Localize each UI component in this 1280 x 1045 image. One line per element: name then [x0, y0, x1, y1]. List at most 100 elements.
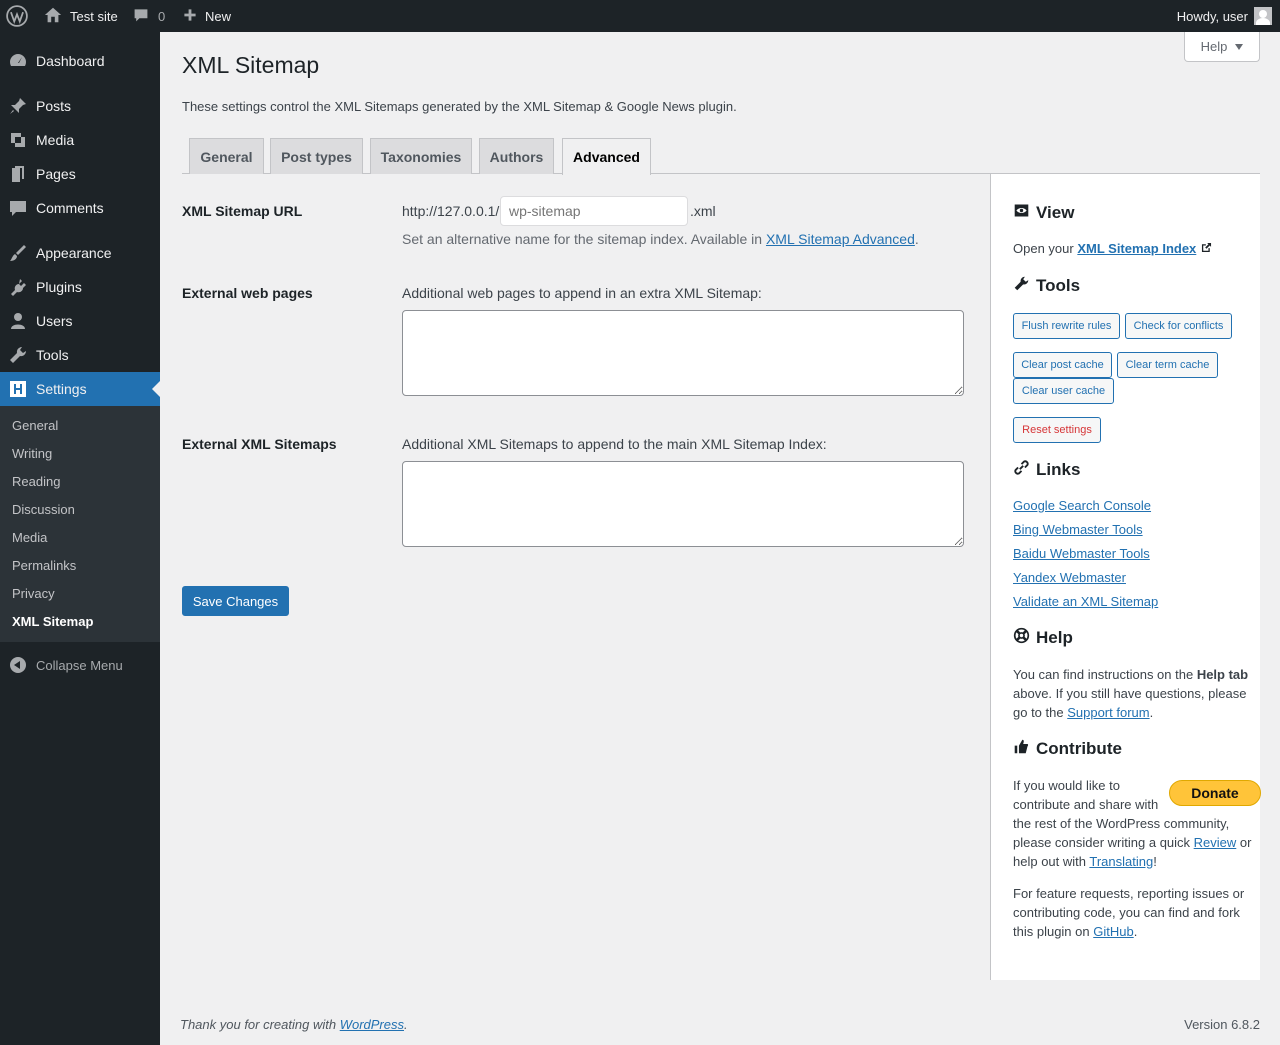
url-description: Set an alternative name for the sitemap …: [402, 231, 919, 247]
baidu-webmaster-tools-link[interactable]: Baidu Webmaster Tools: [1013, 546, 1150, 561]
save-changes-button[interactable]: Save Changes: [182, 586, 289, 616]
submenu-item-general[interactable]: General: [12, 418, 58, 433]
google-search-console-link[interactable]: Google Search Console: [1013, 498, 1151, 513]
help-tab-label: Help: [1200, 39, 1228, 54]
page-intro: These settings control the XML Sitemaps …: [182, 99, 737, 114]
sidebar-item-settings[interactable]: Settings: [0, 372, 160, 406]
sidebar-item-users[interactable]: Users: [0, 304, 160, 338]
visibility-icon: [1013, 202, 1030, 224]
submenu-item-reading[interactable]: Reading: [12, 474, 60, 489]
clear-term-cache-button[interactable]: Clear term cache: [1117, 352, 1218, 378]
xml-sitemap-advanced-link[interactable]: XML Sitemap Advanced: [766, 231, 915, 247]
clear-user-cache-button[interactable]: Clear user cache: [1013, 378, 1114, 404]
external-link-icon: [1200, 241, 1213, 256]
sidebar-item-label: Pages: [36, 166, 76, 182]
sidebar-item-media[interactable]: Media: [0, 123, 160, 157]
help-tab-button[interactable]: Help: [1184, 32, 1260, 62]
sidebar-item-dashboard[interactable]: Dashboard: [0, 44, 160, 78]
external-web-pages-textarea[interactable]: [402, 310, 964, 396]
tab-advanced[interactable]: Advanced: [562, 138, 651, 175]
sidebar-item-appearance[interactable]: Appearance: [0, 236, 160, 270]
user-account-menu[interactable]: Howdy, user: [1177, 0, 1272, 32]
help-title: Help: [1036, 628, 1073, 647]
sitemap-name-input[interactable]: [500, 196, 688, 226]
github-link[interactable]: GitHub: [1093, 924, 1133, 939]
sidebar-item-tools[interactable]: Tools: [0, 338, 160, 372]
yandex-webmaster-link[interactable]: Yandex Webmaster: [1013, 570, 1126, 585]
clear-post-cache-button[interactable]: Clear post cache: [1013, 352, 1112, 378]
external-web-pages-description: Additional web pages to append in an ext…: [402, 285, 762, 301]
collapse-arrow-icon: [10, 657, 26, 673]
view-text: Open your XML Sitemap Index: [1013, 239, 1213, 258]
submenu-item-discussion[interactable]: Discussion: [12, 502, 75, 517]
support-forum-link[interactable]: Support forum: [1067, 705, 1149, 720]
translating-link[interactable]: Translating: [1089, 854, 1153, 869]
validate-xml-sitemap-link[interactable]: Validate an XML Sitemap: [1013, 594, 1158, 609]
url-description-text: Set an alternative name for the sitemap …: [402, 231, 766, 247]
contribute-text-end: !: [1153, 854, 1157, 869]
collapse-menu-button[interactable]: Collapse Menu: [0, 648, 123, 682]
xml-sitemap-url-label: XML Sitemap URL: [182, 203, 303, 219]
tab-authors[interactable]: Authors: [479, 138, 554, 174]
wordpress-logo-icon[interactable]: [6, 0, 28, 32]
pages-icon: [0, 164, 36, 184]
sidebar-item-label: Settings: [36, 381, 87, 397]
help-text: You can find instructions on the Help ta…: [1013, 665, 1253, 722]
media-icon: [0, 130, 36, 150]
review-link[interactable]: Review: [1194, 835, 1237, 850]
thumbs-up-icon: [1013, 738, 1030, 760]
settings-tabs: General Post types Taxonomies Authors Ad…: [182, 138, 1260, 175]
tab-taxonomies[interactable]: Taxonomies: [370, 138, 472, 174]
sidebar-item-label: Users: [36, 313, 73, 329]
submenu-item-xml-sitemap[interactable]: XML Sitemap: [12, 614, 93, 629]
tab-post-types[interactable]: Post types: [270, 138, 363, 174]
sidebar-item-posts[interactable]: Posts: [0, 89, 160, 123]
sidebar-item-comments[interactable]: Comments: [0, 191, 160, 225]
wordpress-link[interactable]: WordPress: [340, 1017, 404, 1032]
dashboard-icon: [0, 51, 36, 71]
submenu-item-privacy[interactable]: Privacy: [12, 586, 55, 601]
external-web-pages-label: External web pages: [182, 285, 313, 301]
sidebar-item-plugins[interactable]: Plugins: [0, 270, 160, 304]
view-title: View: [1036, 203, 1075, 222]
contribute-text: If you would like to contribute and shar…: [1013, 776, 1259, 871]
new-content-link[interactable]: New: [183, 0, 231, 32]
page-title: XML Sitemap: [182, 52, 320, 78]
site-name-link[interactable]: Test site: [44, 0, 118, 32]
help-text-part: You can find instructions on the: [1013, 667, 1197, 682]
bing-webmaster-tools-link[interactable]: Bing Webmaster Tools: [1013, 522, 1143, 537]
reset-settings-button[interactable]: Reset settings: [1013, 417, 1101, 443]
caret-down-icon: [1235, 43, 1244, 50]
collapse-menu-label: Collapse Menu: [36, 657, 123, 673]
submenu-item-writing[interactable]: Writing: [12, 446, 52, 461]
footer-version: Version 6.8.2: [1184, 1017, 1260, 1032]
external-xml-sitemaps-label: External XML Sitemaps: [182, 436, 337, 452]
tab-general[interactable]: General: [189, 138, 264, 174]
sidebar-item-label: Appearance: [36, 245, 112, 261]
external-xml-sitemaps-textarea[interactable]: [402, 461, 964, 547]
xml-sitemap-index-link[interactable]: XML Sitemap Index: [1077, 241, 1196, 256]
sidebar-item-label: Comments: [36, 200, 104, 216]
new-label: New: [205, 8, 232, 24]
comments-link[interactable]: 0: [133, 0, 165, 32]
sidebar-item-label: Dashboard: [36, 53, 105, 69]
help-tab-emphasis: Help tab: [1196, 667, 1249, 682]
settings-icon: [0, 379, 36, 399]
wrench-icon: [0, 345, 36, 365]
settings-submenu: General Writing Reading Discussion Media…: [0, 406, 160, 642]
submenu-item-permalinks[interactable]: Permalinks: [12, 558, 76, 573]
contribute-title: Contribute: [1036, 739, 1122, 758]
submenu-item-media[interactable]: Media: [12, 530, 47, 545]
sidebar-item-label: Plugins: [36, 279, 82, 295]
footer-thanks-end: .: [404, 1017, 408, 1032]
check-for-conflicts-button[interactable]: Check for conflicts: [1125, 313, 1232, 339]
sidebar-item-label: Tools: [36, 347, 69, 363]
help-text-end: .: [1149, 705, 1154, 720]
sidebar-item-pages[interactable]: Pages: [0, 157, 160, 191]
flush-rewrite-rules-button[interactable]: Flush rewrite rules: [1013, 313, 1120, 339]
url-prefix: http://127.0.0.1/: [402, 203, 500, 219]
feature-request-text: For feature requests, reporting issues o…: [1013, 884, 1253, 941]
comments-count: 0: [158, 8, 166, 24]
user-icon: [0, 311, 36, 331]
links-title: Links: [1036, 460, 1081, 479]
